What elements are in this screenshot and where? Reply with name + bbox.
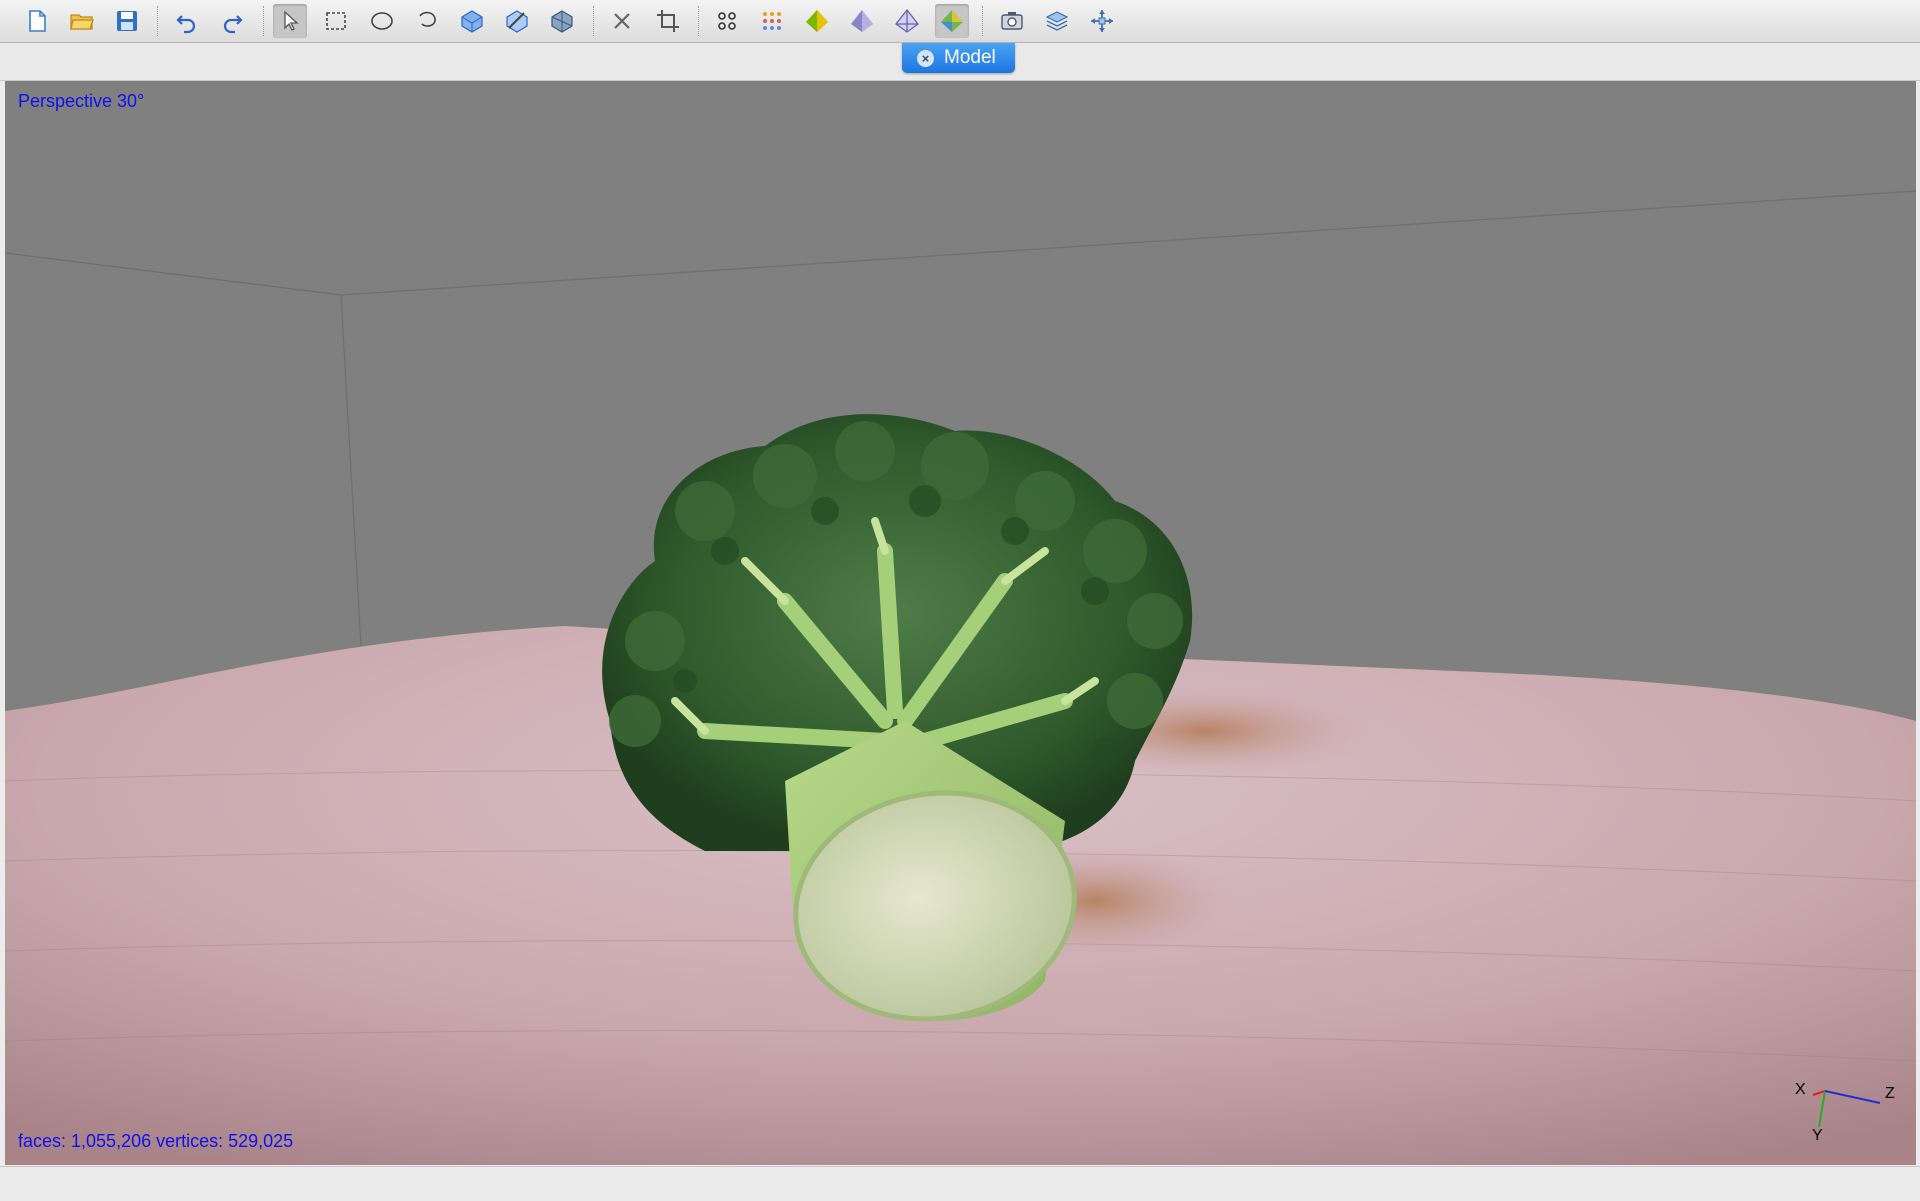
select-faces-button[interactable]	[455, 4, 489, 38]
document-tab-bar: × Model	[0, 43, 1920, 81]
rendered-model-scene	[5, 190, 1916, 1165]
open-file-button[interactable]	[65, 4, 99, 38]
new-file-icon	[29, 10, 46, 32]
toolbar-separator	[698, 6, 699, 36]
select-tool-button[interactable]	[273, 4, 307, 38]
wireframe-button[interactable]	[890, 4, 924, 38]
tab-label: Model	[944, 47, 996, 68]
solid-shading-icon	[806, 10, 828, 32]
save-icon	[117, 11, 137, 31]
select-arrow-icon	[284, 10, 299, 31]
rect-select-button[interactable]	[319, 4, 353, 38]
new-file-button[interactable]	[20, 4, 54, 38]
select-faces-icon	[461, 10, 483, 33]
screenshot-icon	[1001, 12, 1023, 30]
flat-shading-button[interactable]	[845, 4, 879, 38]
delete-icon	[614, 13, 630, 29]
axis-x-label: X	[1795, 1081, 1806, 1098]
move-icon	[1091, 10, 1113, 32]
main-toolbar	[0, 0, 1920, 43]
projection-label: Perspective 30°	[18, 91, 145, 111]
toolbar-separator	[982, 6, 983, 36]
grid-points-icon	[763, 12, 781, 30]
ellipse-select-button[interactable]	[365, 4, 399, 38]
wireframe-icon	[895, 8, 919, 33]
solid-shading-button[interactable]	[800, 4, 834, 38]
crop-icon	[657, 10, 679, 32]
toolbar-separator	[263, 6, 264, 36]
redo-icon	[223, 15, 243, 34]
crop-button[interactable]	[651, 4, 685, 38]
ellipse-select-icon	[371, 12, 393, 30]
layers-icon	[1045, 11, 1069, 31]
undo-icon	[176, 15, 196, 34]
toolbar-separator	[593, 6, 594, 36]
flat-shading-icon	[851, 10, 873, 32]
3d-viewport[interactable]: Perspective 30° faces: 1,055,206 vertice…	[5, 81, 1916, 1165]
lasso-select-icon	[419, 11, 436, 27]
redo-button[interactable]	[215, 4, 249, 38]
delete-button[interactable]	[605, 4, 639, 38]
lasso-select-button[interactable]	[410, 4, 444, 38]
axis-z-label: Z	[1885, 1085, 1895, 1102]
select-brush-icon	[506, 10, 528, 33]
select-brush-button[interactable]	[500, 4, 534, 38]
axis-gizmo: X Z Y	[1795, 1071, 1905, 1151]
points-icon	[718, 12, 736, 30]
screenshot-button[interactable]	[995, 4, 1029, 38]
show-points-button[interactable]	[710, 4, 744, 38]
axis-y-label: Y	[1812, 1127, 1823, 1144]
toolbar-separator	[157, 6, 158, 36]
close-tab-icon[interactable]: ×	[917, 49, 934, 67]
select-connected-icon	[551, 10, 573, 33]
tab-model[interactable]: × Model	[902, 43, 1015, 73]
status-bar	[0, 1166, 1920, 1201]
save-button[interactable]	[110, 4, 144, 38]
layers-button[interactable]	[1040, 4, 1074, 38]
rect-select-icon	[326, 12, 346, 30]
select-connected-button[interactable]	[545, 4, 579, 38]
mesh-stats: faces: 1,055,206 vertices: 529,025	[18, 1131, 294, 1151]
texture-shading-icon	[941, 10, 963, 32]
open-folder-icon	[70, 14, 94, 30]
move-button[interactable]	[1085, 4, 1119, 38]
texture-shading-button[interactable]	[935, 4, 969, 38]
colored-points-button[interactable]	[755, 4, 789, 38]
undo-button[interactable]	[170, 4, 204, 38]
